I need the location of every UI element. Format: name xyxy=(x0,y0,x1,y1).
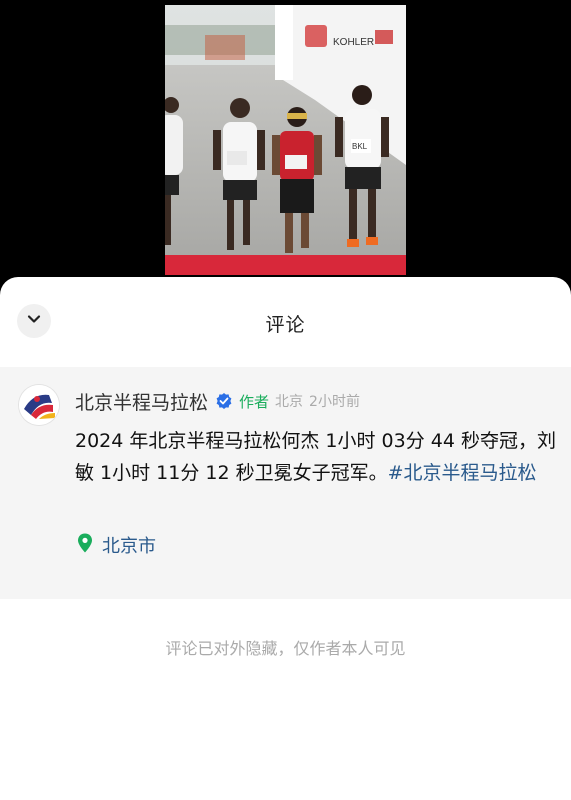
sheet-title: 评论 xyxy=(265,314,306,336)
verified-badge-icon xyxy=(215,392,233,410)
location-label: 北京市 xyxy=(102,536,156,557)
comment-time: 2小时前 xyxy=(309,394,360,410)
location-pin-icon xyxy=(77,533,93,557)
post-photo[interactable]: KOHLER BKL xyxy=(165,5,406,275)
location-tag[interactable]: 北京市 xyxy=(77,531,156,559)
comment-location: 北京 xyxy=(275,394,304,410)
username[interactable]: 北京半程马拉松 xyxy=(75,388,208,415)
author-badge: 作者 xyxy=(239,392,270,411)
sponsor-text: KOHLER xyxy=(333,37,374,48)
hidden-comment-note: 评论已对外隐藏，仅作者本人可见 xyxy=(165,639,406,658)
comment-meta: 北京半程马拉松 作者 北京 2小时前 xyxy=(75,387,360,415)
hashtag-link[interactable]: #北京半程马拉松 xyxy=(388,462,537,484)
comment-text: 2024 年北京半程马拉松何杰 1小时 03分 44 秒夺冠，刘敏 1小时 11… xyxy=(75,425,557,489)
sheet-header: 评论 xyxy=(0,277,571,367)
comment-item: 北京半程马拉松 作者 北京 2小时前 2024 年北京半程马拉松何杰 1小时 0… xyxy=(0,367,571,599)
avatar[interactable] xyxy=(19,385,59,425)
bib-text: BKL xyxy=(352,142,368,151)
comment-sheet: 评论 北京半程马拉松 作者 北京 2小时前 2024 年北京半程马拉松何杰 1小… xyxy=(0,277,571,800)
